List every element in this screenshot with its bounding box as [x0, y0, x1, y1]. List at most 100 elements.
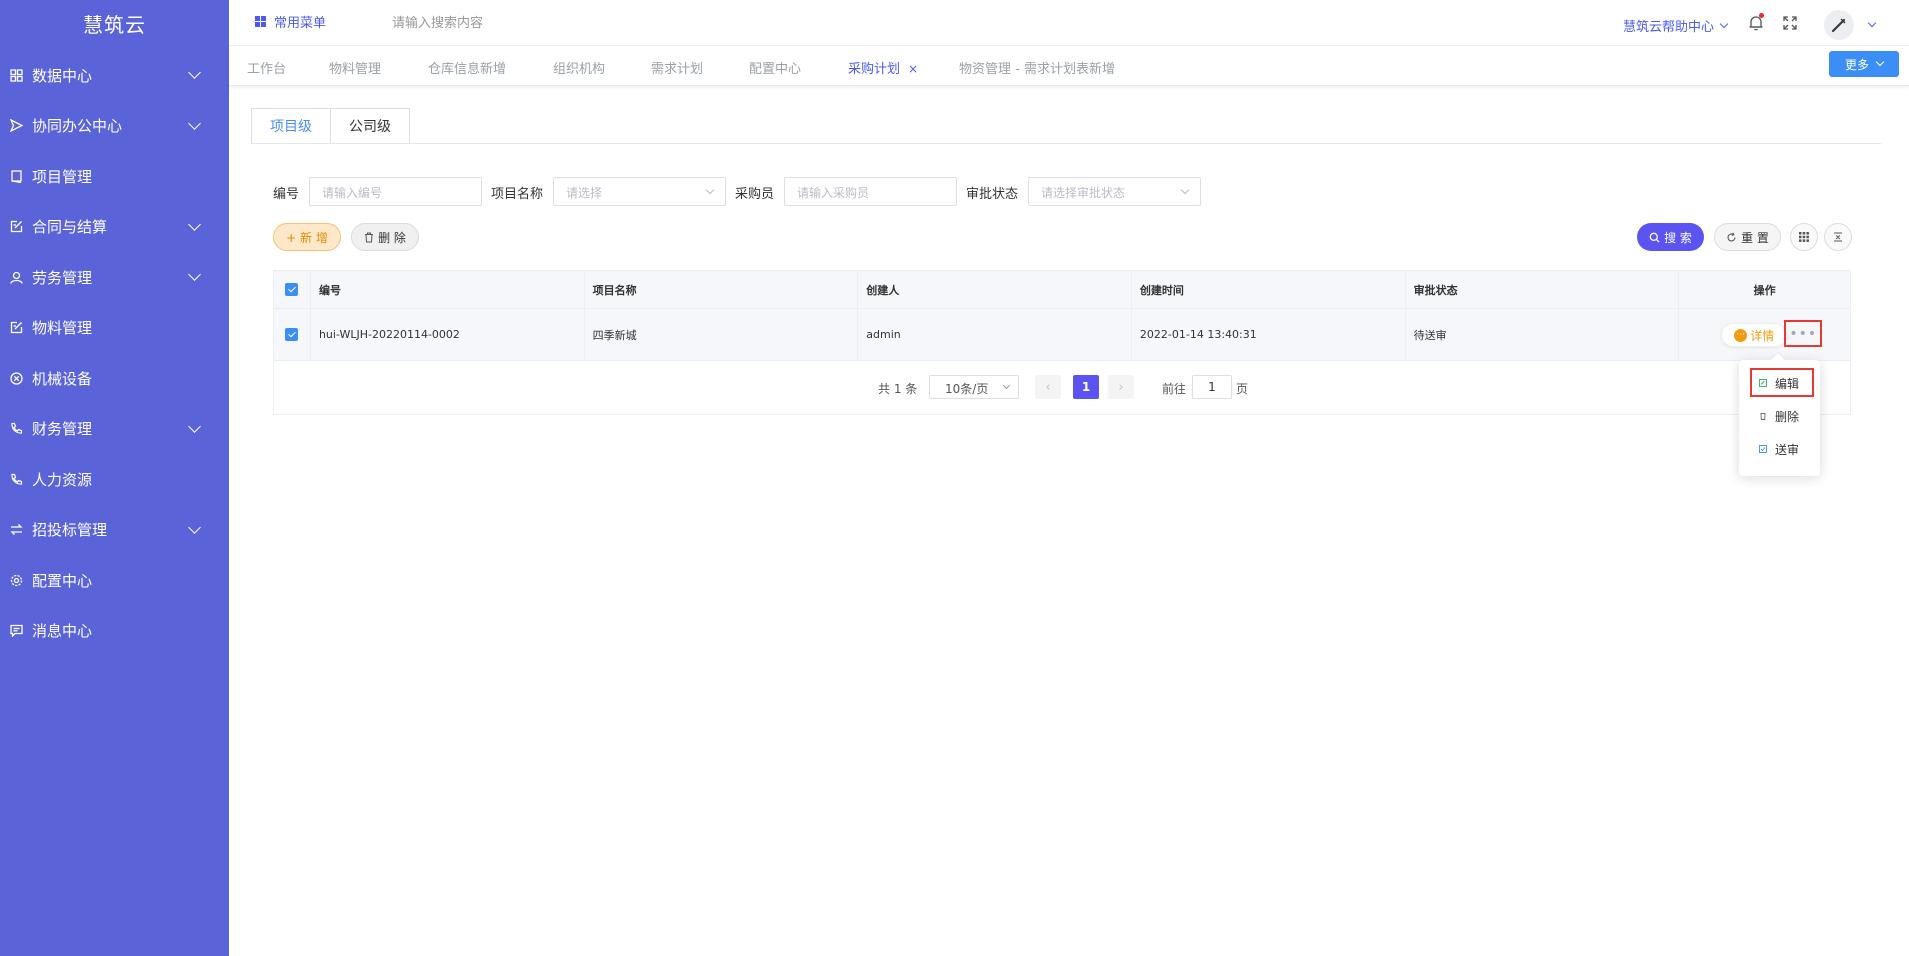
favorites-menu[interactable]: 常用菜单	[255, 12, 326, 31]
gear-icon	[8, 572, 24, 588]
sidebar-item-materials[interactable]: 物料管理	[0, 303, 229, 354]
tag-materials[interactable]: 物料管理	[329, 58, 381, 77]
sidebar-item-label: 合同与结算	[32, 218, 108, 237]
more-actions-dropdown: 编辑 删除 送审	[1739, 360, 1820, 476]
menu-item-label: 编辑	[1775, 376, 1800, 391]
goto-label: 前往	[1162, 382, 1187, 396]
approval-status-select[interactable]: 请选择审批状态	[1028, 177, 1201, 206]
tag-workbench[interactable]: 工作台	[247, 58, 286, 77]
chevron-down-icon[interactable]	[1867, 18, 1877, 28]
row-checkbox[interactable]	[285, 328, 299, 341]
delete-button[interactable]: 删 除	[351, 223, 419, 251]
column-header[interactable]: 项目名称	[585, 271, 859, 308]
collapse-icon	[1834, 232, 1842, 242]
cell-status: 待送审	[1406, 309, 1680, 360]
top-bar: 常用菜单 请输入搜索内容 慧筑云帮助中心	[229, 0, 1909, 46]
chevron-down-icon	[188, 116, 201, 130]
project-name-select[interactable]: 请选择	[553, 177, 726, 206]
sidebar-item-bidding[interactable]: 招投标管理	[0, 505, 229, 556]
detail-button[interactable]: ··· 详情	[1721, 323, 1788, 347]
circle-x-icon	[8, 370, 24, 386]
grid-icon	[1799, 232, 1809, 242]
menu-item-submit[interactable]: 送审	[1739, 434, 1820, 464]
tab-company-level[interactable]: 公司级	[331, 108, 410, 144]
tag-org[interactable]: 组织机构	[553, 58, 605, 77]
more-button[interactable]: 更多	[1829, 51, 1899, 77]
menu-item-edit[interactable]: 编辑	[1739, 368, 1820, 398]
search-label: 搜 索	[1664, 230, 1692, 245]
close-icon[interactable]: ×	[908, 62, 918, 76]
tag-demand-plan[interactable]: 需求计划	[651, 58, 703, 77]
project-name-placeholder: 请选择	[566, 186, 603, 200]
menu-item-label: 删除	[1775, 409, 1800, 424]
purchase-plan-table: 编号 项目名称 创建人 创建时间 审批状态 操作 hui-WLJH-202201…	[273, 270, 1851, 415]
brand-logo: 慧筑云	[83, 13, 146, 37]
tag-label: 采购计划	[848, 62, 901, 77]
tag-purchase-plan[interactable]: 采购计划 ×	[848, 58, 918, 77]
trash-icon	[1759, 412, 1767, 420]
sidebar-item-hr[interactable]: 人力资源	[0, 454, 229, 505]
sidebar-item-label: 配置中心	[32, 571, 93, 590]
sidebar-item-machinery[interactable]: 机械设备	[0, 353, 229, 404]
table-row[interactable]: hui-WLJH-20220114-0002 四季新城 admin 2022-0…	[274, 309, 1850, 361]
global-search-input[interactable]: 请输入搜索内容	[392, 12, 483, 31]
apps-icon	[255, 16, 266, 27]
column-header[interactable]: 创建时间	[1132, 271, 1406, 308]
tag-demand-plan-add[interactable]: 物资管理 - 需求计划表新增	[959, 58, 1115, 77]
add-button[interactable]: + 新 增	[273, 223, 341, 251]
cell-project: 四季新城	[585, 309, 859, 360]
avatar[interactable]	[1824, 10, 1854, 40]
more-label: 更多	[1844, 57, 1869, 72]
select-all-checkbox[interactable]	[285, 283, 299, 296]
tabs-divider	[251, 143, 1881, 144]
next-page-button[interactable]: ›	[1108, 375, 1134, 399]
tag-config[interactable]: 配置中心	[749, 58, 801, 77]
code-placeholder: 请输入编号	[322, 186, 383, 200]
detail-label: 详情	[1750, 328, 1775, 343]
tab-project-level[interactable]: 项目级	[251, 108, 331, 144]
submit-icon	[1759, 445, 1767, 453]
sidebar-item-label: 招投标管理	[32, 521, 108, 540]
page-number-current[interactable]: 1	[1073, 375, 1099, 399]
reset-button[interactable]: 重 置	[1714, 223, 1781, 251]
sidebar-item-label: 协同办公中心	[32, 117, 123, 136]
more-actions-button[interactable]: •••	[1784, 320, 1823, 347]
total-count: 共 1 条	[878, 382, 918, 396]
sidebar-item-data-center[interactable]: 数据中心	[0, 50, 229, 101]
phone-icon	[8, 421, 24, 437]
chevron-down-icon	[1180, 185, 1190, 195]
sidebar-item-collaboration[interactable]: 协同办公中心	[0, 101, 229, 152]
cell-creator: admin	[858, 309, 1132, 360]
sidebar-item-finance[interactable]: 财务管理	[0, 404, 229, 455]
sidebar-item-project[interactable]: 项目管理	[0, 151, 229, 202]
page-size-select[interactable]: 10条/页	[929, 375, 1019, 399]
tag-warehouse-add[interactable]: 仓库信息新增	[428, 58, 506, 77]
buyer-placeholder: 请输入采购员	[797, 186, 870, 200]
cell-code: hui-WLJH-20220114-0002	[311, 309, 585, 360]
sidebar-item-messages[interactable]: 消息中心	[0, 606, 229, 657]
collapse-filter-button[interactable]	[1824, 223, 1852, 251]
sidebar-item-labor[interactable]: 劳务管理	[0, 252, 229, 303]
goto-page-input[interactable]: 1	[1192, 375, 1232, 399]
code-input[interactable]: 请输入编号	[309, 177, 482, 206]
prev-page-button[interactable]: ‹	[1035, 375, 1061, 399]
column-settings-button[interactable]	[1790, 223, 1818, 251]
column-header[interactable]: 创建人	[858, 271, 1132, 308]
sidebar-item-config[interactable]: 配置中心	[0, 555, 229, 606]
book-icon	[8, 168, 24, 184]
search-button[interactable]: 搜 索	[1637, 223, 1704, 251]
sidebar-item-label: 财务管理	[32, 420, 93, 439]
buyer-input[interactable]: 请输入采购员	[784, 177, 957, 206]
edit-document-icon	[8, 320, 24, 336]
menu-item-delete[interactable]: 删除	[1739, 401, 1820, 431]
column-header[interactable]: 审批状态	[1406, 271, 1680, 308]
help-center-link[interactable]: 慧筑云帮助中心	[1623, 16, 1729, 35]
fullscreen-icon[interactable]	[1781, 14, 1799, 32]
edit-document-icon	[8, 219, 24, 235]
chevron-down-icon	[188, 66, 201, 80]
column-header[interactable]: 编号	[311, 271, 585, 308]
bell-icon[interactable]	[1747, 13, 1765, 32]
sidebar-item-contract[interactable]: 合同与结算	[0, 202, 229, 253]
edit-icon	[1759, 379, 1767, 387]
chevron-down-icon	[1002, 381, 1011, 390]
